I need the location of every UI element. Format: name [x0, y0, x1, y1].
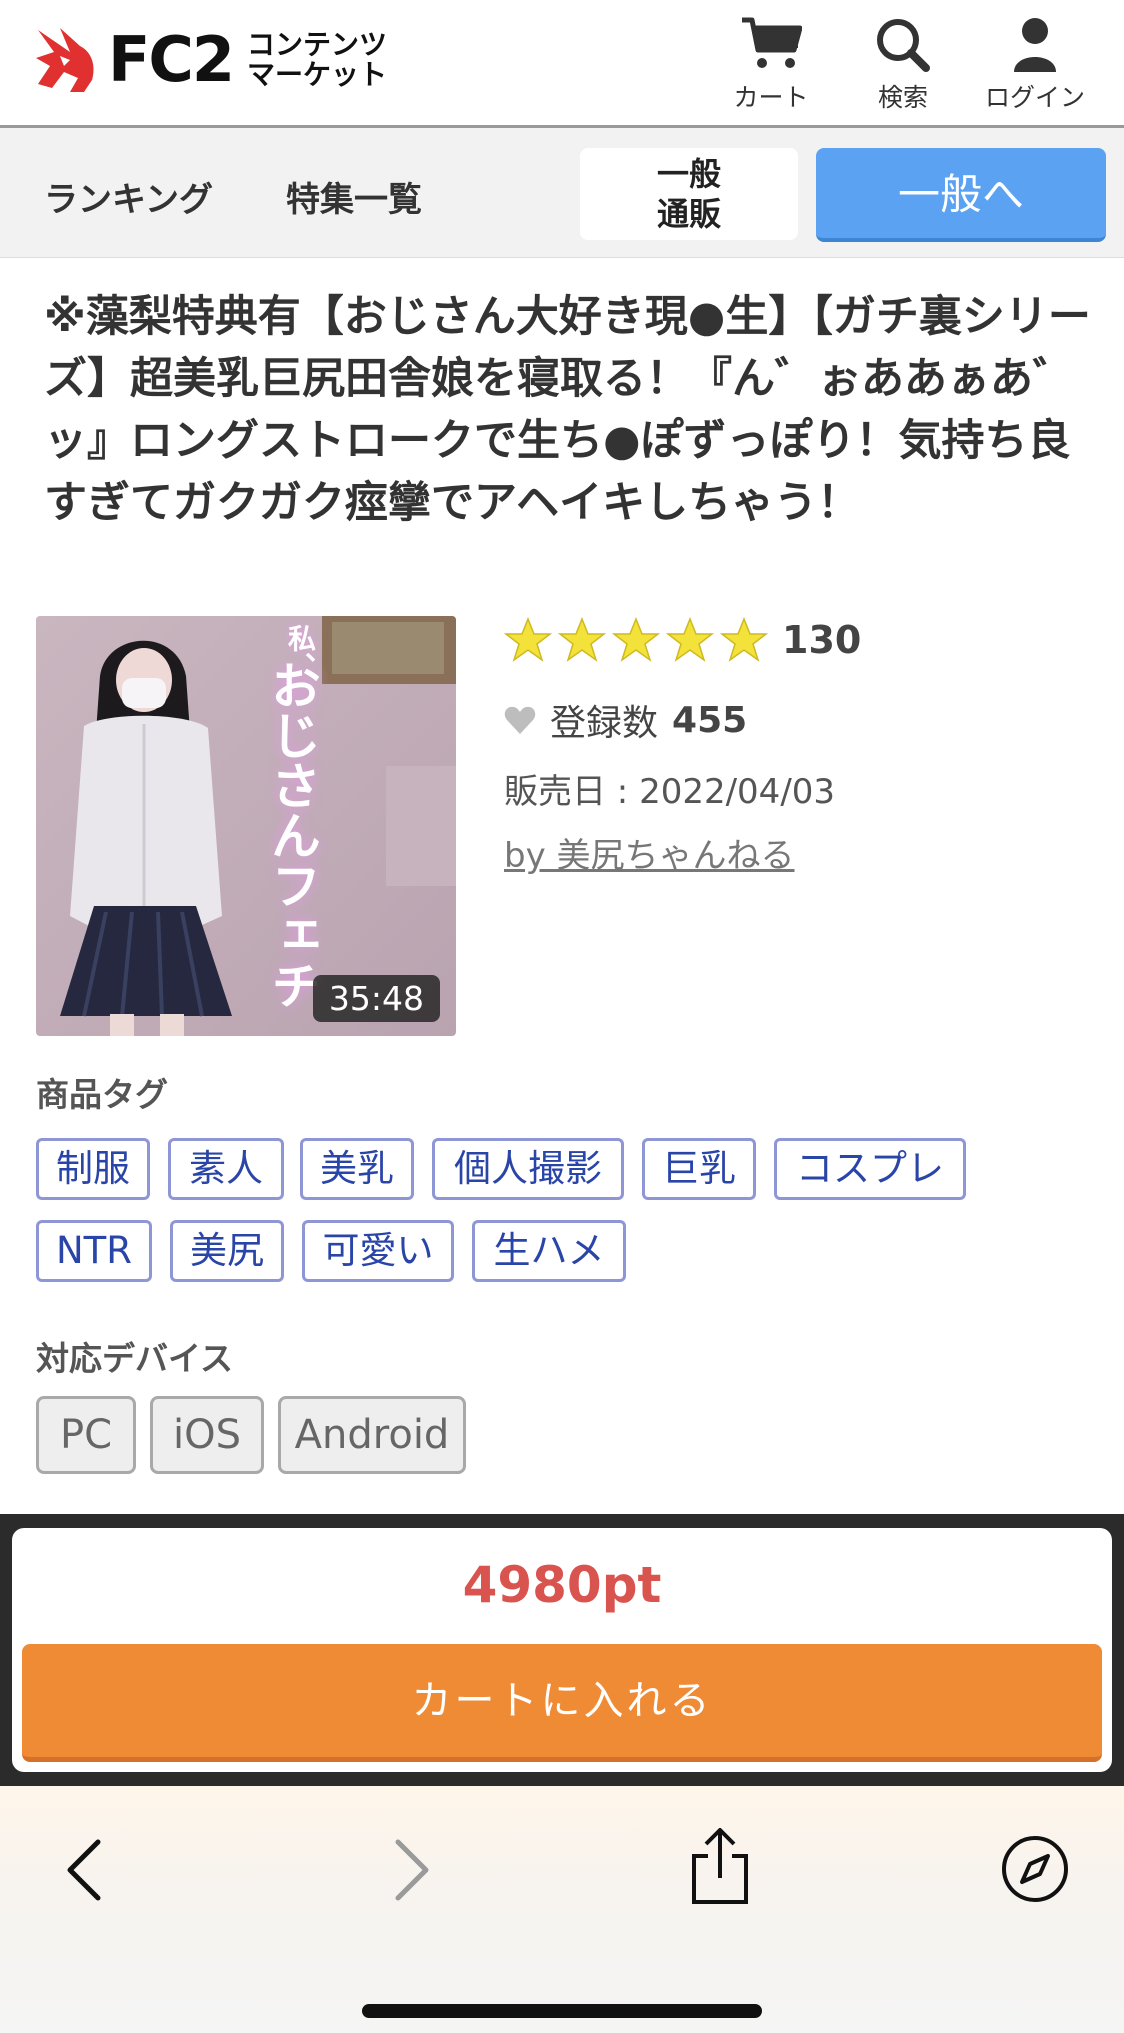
tag-item[interactable]: 生ハメ: [472, 1220, 626, 1282]
add-to-cart-button[interactable]: カートに入れる: [22, 1644, 1102, 1762]
star-icon: [720, 616, 768, 662]
search-label: 検索: [877, 83, 928, 112]
device-badge: PC: [36, 1396, 136, 1474]
nav-bar: ランキング 特集一覧 一般 通販 一般へ: [0, 128, 1124, 258]
general-mail-order-button[interactable]: 一般 通販: [580, 148, 798, 240]
login-link[interactable]: ログイン: [970, 16, 1100, 114]
logo-subtitle-line2: マーケット: [247, 58, 388, 91]
favorites-label: 登録数: [550, 703, 659, 744]
rating-count: 130: [782, 618, 862, 662]
price: 4980pt: [462, 1556, 662, 1614]
seller-link[interactable]: by 美尻ちゃんねる: [504, 828, 795, 877]
logo-subtitle: コンテンツ マーケット: [247, 30, 387, 90]
star-icon: [558, 616, 606, 662]
cart-icon: [742, 17, 802, 68]
fc2-logo[interactable]: FC2 コンテンツ マーケット: [30, 22, 387, 98]
favorites[interactable]: 登録数 455: [504, 694, 747, 746]
device-badge: iOS: [150, 1396, 264, 1474]
logo-text: FC2: [108, 23, 235, 96]
tag-item[interactable]: コスプレ: [774, 1138, 966, 1200]
product-thumbnail[interactable]: 私、 おじさんフェチ 35:48: [36, 616, 456, 1036]
back-arrow-icon[interactable]: [62, 1838, 106, 1902]
device-badge: Android: [278, 1396, 466, 1474]
share-icon[interactable]: [688, 1826, 752, 1906]
forward-arrow-icon[interactable]: [390, 1838, 434, 1902]
browser-toolbar: [0, 1786, 1124, 2033]
rating: 130: [504, 616, 861, 664]
sale-date: 販売日 : 2022/04/03: [504, 772, 836, 812]
tag-item[interactable]: 巨乳: [642, 1138, 756, 1200]
heart-icon: [504, 706, 536, 734]
cart-label: カート: [733, 83, 809, 112]
tag-item[interactable]: 制服: [36, 1138, 150, 1200]
user-icon: [1014, 18, 1056, 72]
search-link[interactable]: 検索: [838, 16, 968, 114]
tag-item[interactable]: 美乳: [300, 1138, 414, 1200]
thumbnail-image: [36, 616, 456, 1036]
purchase-panel: 4980pt カートに入れる: [0, 1514, 1124, 1786]
search-icon: [877, 19, 930, 72]
star-icon: [666, 616, 714, 662]
tag-item[interactable]: NTR: [36, 1220, 152, 1282]
general-mail-order-line2: 通販: [656, 195, 721, 233]
nav-ranking[interactable]: ランキング: [44, 172, 213, 221]
devices-label: 対応デバイス: [36, 1339, 234, 1378]
cart-link[interactable]: カート: [706, 16, 836, 114]
tag-item[interactable]: 可愛い: [302, 1220, 454, 1282]
login-label: ログイン: [984, 83, 1085, 112]
general-button[interactable]: 一般へ: [816, 148, 1106, 242]
tags-label: 商品タグ: [36, 1075, 168, 1114]
unicorn-logo-icon: [36, 28, 94, 92]
logo-subtitle-line1: コンテンツ: [247, 28, 388, 61]
tag-item[interactable]: 素人: [168, 1138, 284, 1200]
tag-item[interactable]: 個人撮影: [432, 1138, 624, 1200]
nav-features[interactable]: 特集一覧: [286, 172, 422, 221]
product-title: ※藻梨特典有【おじさん大好き現●生】【ガチ裏シリーズ】超美乳巨尻田舎娘を寝取る！…: [44, 292, 1091, 528]
site-header: FC2 コンテンツ マーケット カート 検索 ログイン: [0, 0, 1124, 128]
video-duration: 35:48: [312, 975, 440, 1022]
purchase-card: 4980pt カートに入れる: [12, 1528, 1112, 1772]
tag-item[interactable]: 美尻: [170, 1220, 284, 1282]
compass-icon[interactable]: [1000, 1834, 1070, 1904]
general-mail-order-line1: 一般: [656, 155, 721, 193]
home-indicator: [362, 2004, 762, 2018]
star-icon: [504, 616, 552, 662]
star-icon: [612, 616, 660, 662]
favorites-count: 455: [672, 699, 748, 741]
